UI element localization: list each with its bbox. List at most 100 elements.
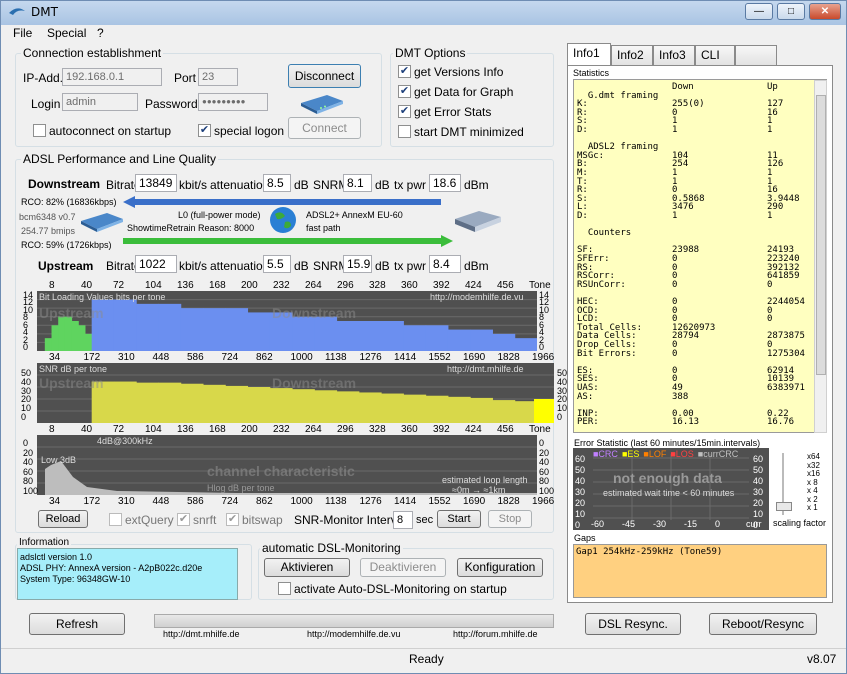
bl-down-bar-10 xyxy=(314,316,338,351)
retrain-reason: ShowtimeRetrain Reason: 8000 xyxy=(127,223,255,233)
opt-minimized-checkbox[interactable] xyxy=(398,125,411,138)
connect-button[interactable]: Connect xyxy=(288,117,361,139)
tone-tick-b-12: 392 xyxy=(433,424,450,435)
autoconnect-checkbox[interactable] xyxy=(33,124,46,137)
port-field[interactable]: 23 xyxy=(198,68,238,86)
close-button[interactable]: ✕ xyxy=(809,3,841,20)
start-button[interactable]: Start xyxy=(437,510,481,528)
stat-row: Counters xyxy=(577,229,631,238)
tone-tick-12: 392 xyxy=(433,280,450,291)
ds-snrm-field[interactable]: 8.1 xyxy=(343,174,372,192)
special-logon-checkbox[interactable]: ✔ xyxy=(198,124,211,137)
link-dmt[interactable]: http://dmt.mhilfe.de xyxy=(163,629,240,639)
err-x-0: -60 xyxy=(591,519,605,529)
stat-key: PER: xyxy=(577,417,599,428)
ds-bitrate-field[interactable]: 13849 xyxy=(135,174,177,192)
us-bitrate-field[interactable]: 1022 xyxy=(135,255,177,273)
opt-errors-label: get Error Stats xyxy=(414,105,492,119)
bl-up-bar-6 xyxy=(84,333,93,351)
ds-att-field[interactable]: 8.5 xyxy=(263,174,291,192)
err-y-1-3: 30 xyxy=(753,487,764,497)
snr-yr-5: 0 xyxy=(557,412,563,422)
tab-info3[interactable]: Info3 xyxy=(653,45,695,65)
tab-cli[interactable]: CLI xyxy=(695,45,735,65)
opt-errors-checkbox[interactable]: ✔ xyxy=(398,105,411,118)
menu-file[interactable]: File xyxy=(13,26,32,40)
deactivate-button[interactable]: Deaktivieren xyxy=(360,558,446,577)
ip-field[interactable]: 192.168.0.1 xyxy=(62,68,162,86)
snr-interval-unit: sec xyxy=(416,514,434,526)
auto-dsl-startup-checkbox[interactable] xyxy=(278,582,291,595)
us-att-unit: dB xyxy=(294,259,309,273)
tone-tick-b-4: 136 xyxy=(177,424,194,435)
tone-tick-8: 264 xyxy=(305,280,322,291)
tone-tick-b-15: Tone xyxy=(529,424,551,435)
tone-tick-14: 456 xyxy=(497,280,514,291)
khz-tick-12: 1690 xyxy=(463,352,486,363)
us-snrm-field[interactable]: 15.9 xyxy=(343,255,372,273)
password-field[interactable]: ●●●●●●●●● xyxy=(198,93,268,111)
khz-tick-b-13: 1828 xyxy=(497,496,520,507)
menu-help[interactable]: ? xyxy=(97,26,104,40)
minimize-button[interactable]: — xyxy=(745,3,773,20)
upstream-label: Upstream xyxy=(38,259,94,273)
information-box: adslctl version 1.0 ADSL PHY: AnnexA ver… xyxy=(17,548,238,600)
ds-txpwr-field[interactable]: 18.6 xyxy=(429,174,461,192)
login-field[interactable]: admin xyxy=(62,93,138,111)
tone-tick-b-5: 168 xyxy=(209,424,226,435)
maximize-button[interactable]: □ xyxy=(777,3,805,20)
dsl-resync-button[interactable]: DSL Resync. xyxy=(585,613,681,635)
reload-button[interactable]: Reload xyxy=(38,510,88,528)
stat-up: 1275304 xyxy=(767,348,805,359)
refresh-button[interactable]: Refresh xyxy=(29,613,125,635)
scrollbar-thumb[interactable] xyxy=(816,95,826,375)
snr-wm-up: Upstream xyxy=(39,375,104,391)
snr-bar-10 xyxy=(314,390,338,423)
menu-special[interactable]: Special xyxy=(47,26,86,40)
window-title: DMT xyxy=(31,5,58,19)
err-y-0-4: 20 xyxy=(575,498,586,508)
opt-versions-checkbox[interactable]: ✔ xyxy=(398,65,411,78)
statistics-label: Statistics xyxy=(573,68,610,78)
globe-icon xyxy=(270,207,296,233)
snr-bar-6 xyxy=(225,385,249,423)
title-bar[interactable]: DMT — □ ✕ xyxy=(1,1,846,25)
statistics-scrollbar[interactable] xyxy=(814,80,827,433)
scaling-slider-thumb[interactable] xyxy=(776,502,792,511)
link-forum[interactable]: http://forum.mhilfe.de xyxy=(453,629,538,639)
extquery-checkbox[interactable] xyxy=(109,513,122,526)
configuration-button[interactable]: Konfiguration xyxy=(457,558,543,577)
snrft-checkbox[interactable]: ✔ xyxy=(177,513,190,526)
snr-interval-field[interactable]: 8 xyxy=(393,511,413,529)
dmt-options-label: DMT Options xyxy=(393,46,468,60)
khz-tick-11: 1552 xyxy=(428,352,451,363)
tone-tick-b-9: 296 xyxy=(337,424,354,435)
err-x-1: -45 xyxy=(622,519,636,529)
tone-tick-7: 232 xyxy=(273,280,290,291)
tab-empty[interactable] xyxy=(735,45,777,65)
auto-dsl-label: automatic DSL-Monitoring xyxy=(260,541,403,555)
stat-down: 0 xyxy=(672,297,678,307)
rco-up: RCO: 59% (1726kbps) xyxy=(21,240,112,250)
link-modemhilfe[interactable]: http://modemhilfe.de.vu xyxy=(307,629,401,639)
opt-graph-checkbox[interactable]: ✔ xyxy=(398,85,411,98)
reboot-resync-button[interactable]: Reboot/Resync xyxy=(709,613,817,635)
stat-down: 16.13 xyxy=(672,417,700,428)
tab-info1[interactable]: Info1 xyxy=(567,43,611,65)
tab-info2[interactable]: Info2 xyxy=(611,45,653,65)
stat-down: 1 xyxy=(672,168,678,178)
information-label: Information xyxy=(17,537,72,548)
activate-button[interactable]: Aktivieren xyxy=(264,558,350,577)
us-txpwr-field[interactable]: 8.4 xyxy=(429,255,461,273)
disconnect-button[interactable]: Disconnect xyxy=(288,64,361,88)
khz-tick-5: 724 xyxy=(221,352,239,363)
bl-up-bar-1 xyxy=(51,325,59,351)
bitswap-checkbox[interactable]: ✔ xyxy=(226,513,239,526)
hlog-sub: Hlog dB per tone xyxy=(207,483,275,493)
tone-tick-b-3: 104 xyxy=(145,424,162,435)
modem-icon xyxy=(301,95,343,114)
stop-button[interactable]: Stop xyxy=(488,510,532,528)
khz-tick-b-8: 1138 xyxy=(325,496,347,507)
us-att-field[interactable]: 5.5 xyxy=(263,255,291,273)
stat-up: Up xyxy=(767,82,778,92)
